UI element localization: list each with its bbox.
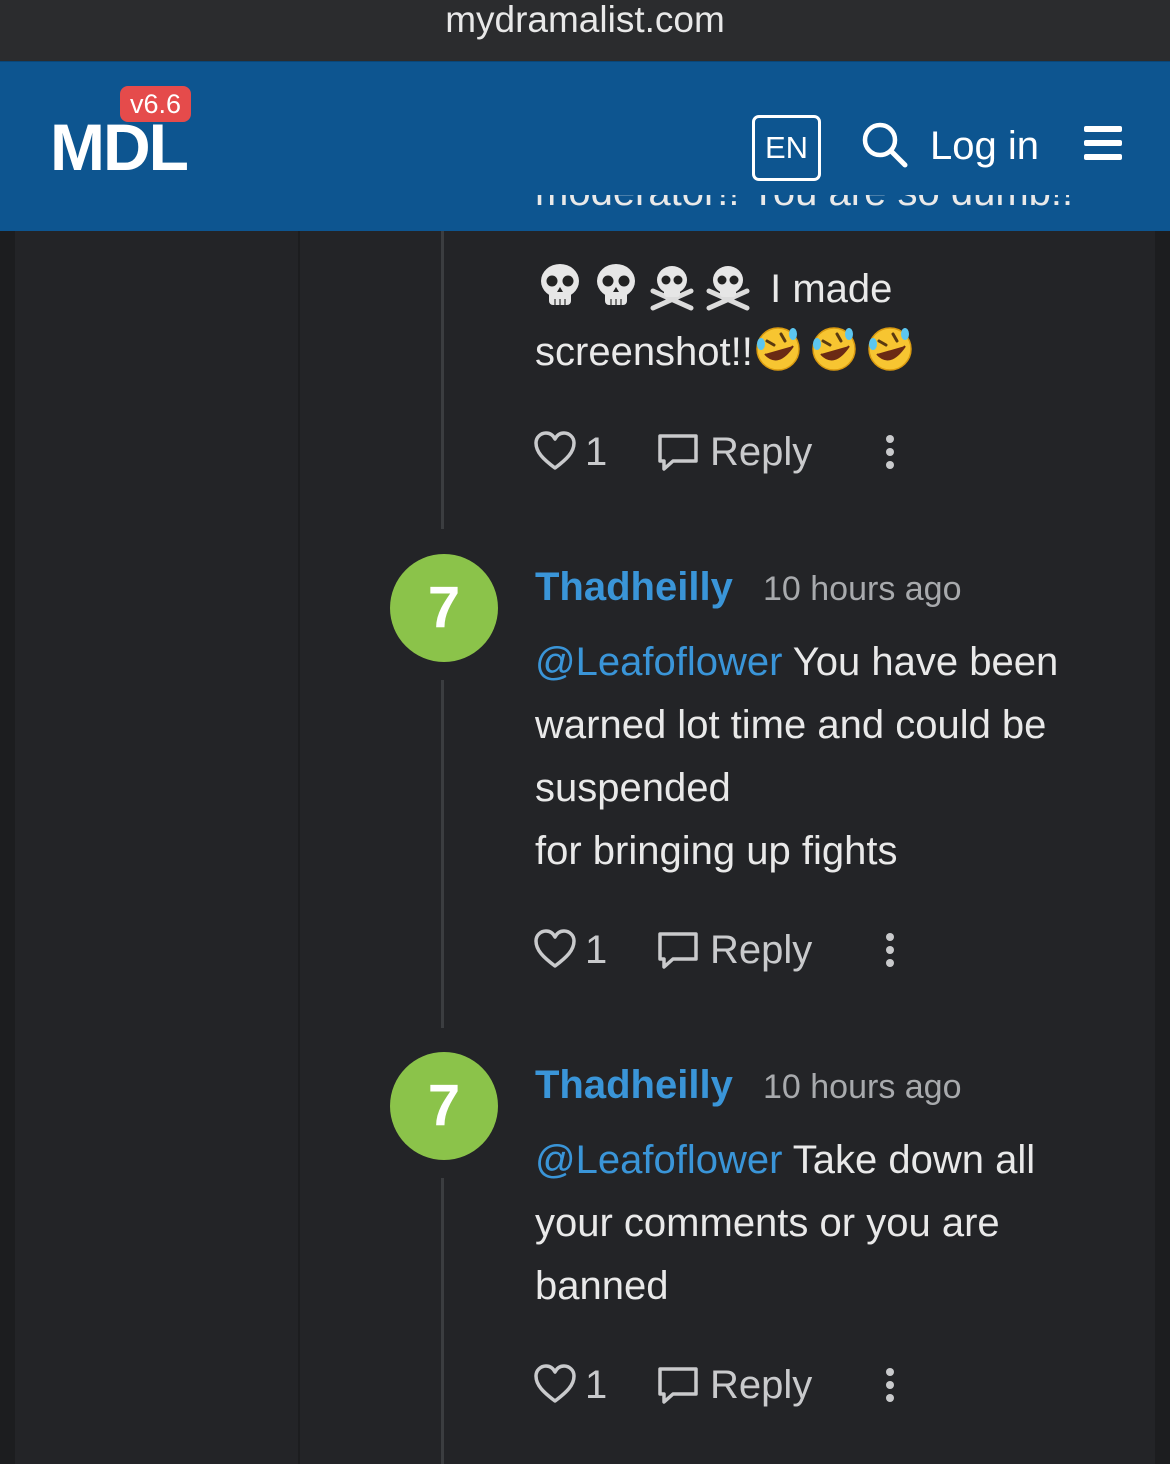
username-link[interactable]: Thadheilly	[535, 1060, 733, 1110]
comment-text-line: banned	[535, 1264, 669, 1308]
comment-text-line: I made	[759, 267, 893, 311]
browser-url-bar[interactable]: mydramalist.com	[0, 0, 1170, 61]
hamburger-menu-icon[interactable]	[1084, 124, 1124, 162]
reply-bubble-icon[interactable]	[657, 433, 699, 473]
thread-line	[441, 680, 444, 1028]
url-text: mydramalist.com	[445, 0, 725, 40]
login-link[interactable]: Log in	[930, 122, 1039, 170]
timestamp: 10 hours ago	[763, 1068, 962, 1106]
heart-icon[interactable]	[533, 431, 577, 471]
heart-icon[interactable]	[533, 1364, 577, 1404]
heart-icon[interactable]	[533, 929, 577, 969]
comment-text-line: warned lot time and could be	[535, 703, 1047, 747]
rofl-emoji-icon	[812, 327, 856, 371]
comment-actions: 1 Reply	[533, 427, 933, 477]
left-sidebar-panel	[15, 231, 298, 1464]
more-options-icon[interactable]	[885, 435, 895, 469]
comment-text-line: screenshot!!	[535, 330, 753, 374]
skull-crossbones-emoji-icon	[706, 266, 750, 311]
language-button[interactable]: EN	[752, 115, 821, 181]
like-count: 1	[585, 928, 608, 972]
reply-button[interactable]: Reply	[710, 925, 812, 975]
comment-body: I made screenshot!!	[535, 258, 1115, 384]
rofl-emoji-icon	[868, 327, 912, 371]
reply-button[interactable]: Reply	[710, 1360, 812, 1410]
reply-bubble-icon[interactable]	[657, 931, 699, 971]
comment-actions: 1 Reply	[533, 1360, 933, 1410]
username-link[interactable]: Thadheilly	[535, 562, 733, 612]
more-options-icon[interactable]	[885, 933, 895, 967]
version-badge: v6.6	[120, 86, 192, 122]
avatar[interactable]: 7	[390, 1052, 498, 1160]
comment-body: @Leafoflower You have been warned lot ti…	[535, 631, 1115, 883]
thread-line	[441, 231, 444, 529]
comment-text-line: for bringing up fights	[535, 829, 898, 873]
comment-text-line: your comments or you are	[535, 1201, 1000, 1245]
comment-actions: 1 Reply	[533, 925, 933, 975]
mention-link[interactable]: @Leafoflower	[535, 1138, 782, 1182]
thread-line	[441, 1178, 444, 1464]
skull-emoji-icon	[597, 264, 635, 305]
comment-text-line: Take down all	[782, 1138, 1036, 1182]
rofl-emoji-icon	[756, 327, 800, 371]
more-options-icon[interactable]	[885, 1368, 895, 1402]
like-count: 1	[585, 430, 608, 474]
search-icon[interactable]	[860, 120, 910, 170]
reply-bubble-icon[interactable]	[657, 1366, 699, 1406]
comment-body: @Leafoflower Take down all your comments…	[535, 1129, 1115, 1318]
avatar[interactable]: 7	[390, 554, 498, 662]
reply-button[interactable]: Reply	[710, 427, 812, 477]
like-count: 1	[585, 1363, 608, 1407]
skull-crossbones-emoji-icon	[650, 266, 694, 311]
comment-text-partial: moderator!! You are so dumb!!	[535, 195, 1115, 231]
skull-emoji-icon	[541, 264, 579, 305]
comment-text-line: suspended	[535, 766, 731, 810]
comment-text-line: You have been	[782, 640, 1059, 684]
timestamp: 10 hours ago	[763, 570, 962, 608]
mention-link[interactable]: @Leafoflower	[535, 640, 782, 684]
